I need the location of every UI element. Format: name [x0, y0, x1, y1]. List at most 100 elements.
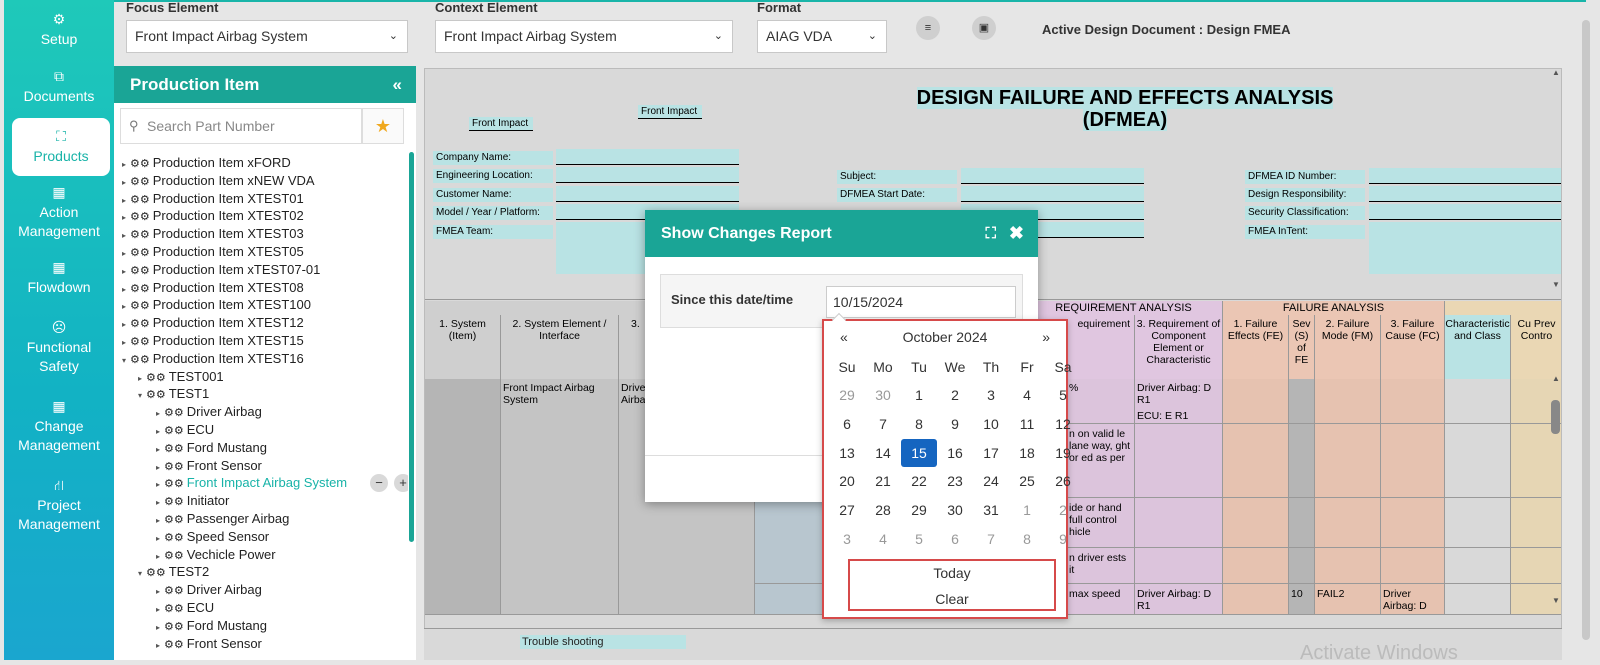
expand-toggle-icon[interactable]: ▾	[138, 565, 146, 583]
calendar-day[interactable]: 10	[973, 410, 1009, 438]
add-button[interactable]: +	[394, 474, 408, 493]
calendar-day[interactable]: 14	[865, 439, 901, 467]
nav-products[interactable]: ⛶ Products	[12, 118, 110, 176]
calendar-day[interactable]: 31	[973, 496, 1009, 524]
focus-select[interactable]: Front Impact Airbag System ⌄	[126, 20, 408, 53]
format-select[interactable]: AIAG VDA ⌄	[757, 20, 887, 53]
calendar-day[interactable]: 4	[865, 525, 901, 553]
calendar-day[interactable]: 18	[1009, 439, 1045, 467]
dfmea-id-value[interactable]	[1369, 168, 1561, 184]
calendar-day[interactable]: 12	[1045, 410, 1081, 438]
calendar-day[interactable]: 9	[937, 410, 973, 438]
tree-node[interactable]: ▸ ⚙⚙ Production Item XTEST12	[122, 314, 304, 332]
search-input[interactable]: ⚲ Search Part Number	[120, 108, 362, 144]
calendar-day[interactable]: 24	[973, 467, 1009, 495]
since-date-input[interactable]: 10/15/2024	[826, 286, 1016, 318]
scroll-up-icon[interactable]: ▲	[1552, 68, 1560, 77]
nav-setup[interactable]: ⚙ Setup	[4, 4, 114, 56]
calendar-day[interactable]: 3	[973, 381, 1009, 409]
clear-button[interactable]: Clear	[850, 587, 1054, 611]
calendar-day[interactable]: 8	[901, 410, 937, 438]
calendar-day[interactable]: 30	[937, 496, 973, 524]
tree-node[interactable]: ▸ ⚙⚙ Production Item XTEST15	[122, 332, 304, 350]
selected-day[interactable]: 15	[901, 438, 937, 467]
calendar-day[interactable]: 1	[1009, 496, 1045, 524]
calendar-day[interactable]: 19	[1045, 439, 1081, 467]
tree-node[interactable]: ▸ ⚙⚙ Production Item XTEST100	[122, 296, 311, 314]
calendar-day[interactable]: 5	[1045, 381, 1081, 409]
nav-documents[interactable]: ⧉ Documents	[4, 56, 114, 118]
calendar-day[interactable]: 2	[1045, 496, 1081, 524]
tree-node[interactable]: ▸ ⚙⚙ Initiator	[156, 492, 229, 510]
calendar-day[interactable]: 29	[829, 381, 865, 409]
calendar-day[interactable]: 29	[901, 496, 937, 524]
scroll-down-icon[interactable]: ▼	[1552, 596, 1560, 605]
design-resp-value[interactable]	[1369, 186, 1561, 202]
tree-node[interactable]: ▸ ⚙⚙ Ford Mustang	[156, 617, 267, 635]
customer-name-value[interactable]	[556, 186, 739, 202]
expand-toggle-icon[interactable]: ▸	[156, 637, 164, 655]
intent-value[interactable]	[1369, 222, 1561, 274]
tree-node[interactable]: ▸ ⚙⚙ Production Item XTEST02	[122, 207, 304, 225]
tree-node[interactable]: ▸ ⚙⚙ Production Item xNEW VDA	[122, 172, 315, 190]
tree-node[interactable]: ▸ ⚙⚙ Front Sensor	[156, 457, 262, 475]
tree-node[interactable]: ▸ ⚙⚙ ECU	[156, 599, 214, 617]
engineering-location-value[interactable]	[556, 167, 739, 183]
window-scrollbar[interactable]	[1582, 20, 1590, 640]
tree-node[interactable]: ▸ ⚙⚙ ECU	[156, 421, 214, 439]
calendar-day[interactable]: 17	[973, 439, 1009, 467]
calendar-day[interactable]: 16	[937, 439, 973, 467]
tree-node[interactable]: ▸ ⚙⚙ Ford Mustang	[156, 439, 267, 457]
tree-node[interactable]: ▸ ⚙⚙ TEST001	[138, 368, 224, 386]
nav-project-management[interactable]: ⛙ Project Management	[4, 466, 114, 544]
remove-button[interactable]: −	[370, 474, 388, 493]
tree-node[interactable]: ▾ ⚙⚙ Production Item XTEST16	[122, 350, 304, 368]
calendar-day[interactable]: 5	[901, 525, 937, 553]
calendar-day[interactable]: 6	[937, 525, 973, 553]
layers-button[interactable]: ≡	[916, 16, 940, 40]
calendar-day[interactable]: 25	[1009, 467, 1045, 495]
nav-functional-safety[interactable]: ☹ Functional Safety	[4, 308, 114, 386]
tree-node[interactable]: ▸ ⚙⚙ Vechicle Power	[156, 546, 276, 564]
company-name-value[interactable]	[556, 149, 739, 165]
scroll-thumb[interactable]	[1551, 400, 1560, 434]
calendar-day[interactable]: 3	[829, 525, 865, 553]
nav-change-management[interactable]: ▦ Change Management	[4, 386, 114, 466]
tree-node[interactable]: ▸ ⚙⚙ Production Item xTEST07-01	[122, 261, 320, 279]
tree-node[interactable]: ▸ ⚙⚙ Driver Airbag	[156, 403, 262, 421]
close-icon[interactable]: ✖	[1009, 210, 1024, 257]
calendar-day[interactable]: 28	[865, 496, 901, 524]
calendar-day[interactable]: 9	[1045, 525, 1081, 553]
tree-node[interactable]: ▸ ⚙⚙ Front Sensor	[156, 635, 262, 653]
scroll-down-icon[interactable]: ▼	[1552, 280, 1560, 289]
calendar-day[interactable]: 11	[1009, 410, 1045, 438]
clipboard-button[interactable]: ▣	[972, 16, 996, 40]
calendar-day[interactable]: 20	[829, 467, 865, 495]
calendar-day[interactable]: 6	[829, 410, 865, 438]
tree-node[interactable]: ▸ ⚙⚙ Production Item XTEST08	[122, 279, 304, 297]
calendar-day[interactable]: 13	[829, 439, 865, 467]
subject-value[interactable]	[961, 168, 1144, 184]
nav-action-management[interactable]: ▦ Action Management	[4, 176, 114, 248]
scroll-up-icon[interactable]: ▲	[1552, 374, 1560, 383]
today-button[interactable]: Today	[850, 561, 1054, 585]
calendar-day[interactable]: 21	[865, 467, 901, 495]
tree-node[interactable]: ▸ ⚙⚙ Production Item XTEST03	[122, 225, 304, 243]
calendar-day[interactable]: 4	[1009, 381, 1045, 409]
tree-node[interactable]: ▸ ⚙⚙ Front Impact Airbag System	[156, 474, 347, 492]
panel-scrollbar[interactable]	[409, 152, 414, 542]
calendar-day[interactable]: 2	[937, 381, 973, 409]
sheet-scrollbar[interactable]: ▲ ▼ ▲ ▼	[1548, 66, 1564, 616]
tree-node[interactable]: ▸ ⚙⚙ Production Item XTEST05	[122, 243, 304, 261]
month-title[interactable]: October 2024	[824, 329, 1066, 345]
nav-flowdown[interactable]: ▦ Flowdown	[4, 248, 114, 308]
calendar-day[interactable]: 30	[865, 381, 901, 409]
security-value[interactable]	[1369, 204, 1561, 220]
expand-toggle-icon[interactable]: ▾	[138, 387, 146, 405]
favorites-button[interactable]: ★	[362, 108, 404, 144]
tree-node[interactable]: ▸ ⚙⚙ Speed Sensor	[156, 528, 269, 546]
collapse-icon[interactable]: «	[393, 66, 402, 103]
context-select[interactable]: Front Impact Airbag System ⌄	[435, 20, 733, 53]
tree-node[interactable]: ▸ ⚙⚙ Passenger Airbag	[156, 510, 289, 528]
calendar-day[interactable]: 22	[901, 467, 937, 495]
